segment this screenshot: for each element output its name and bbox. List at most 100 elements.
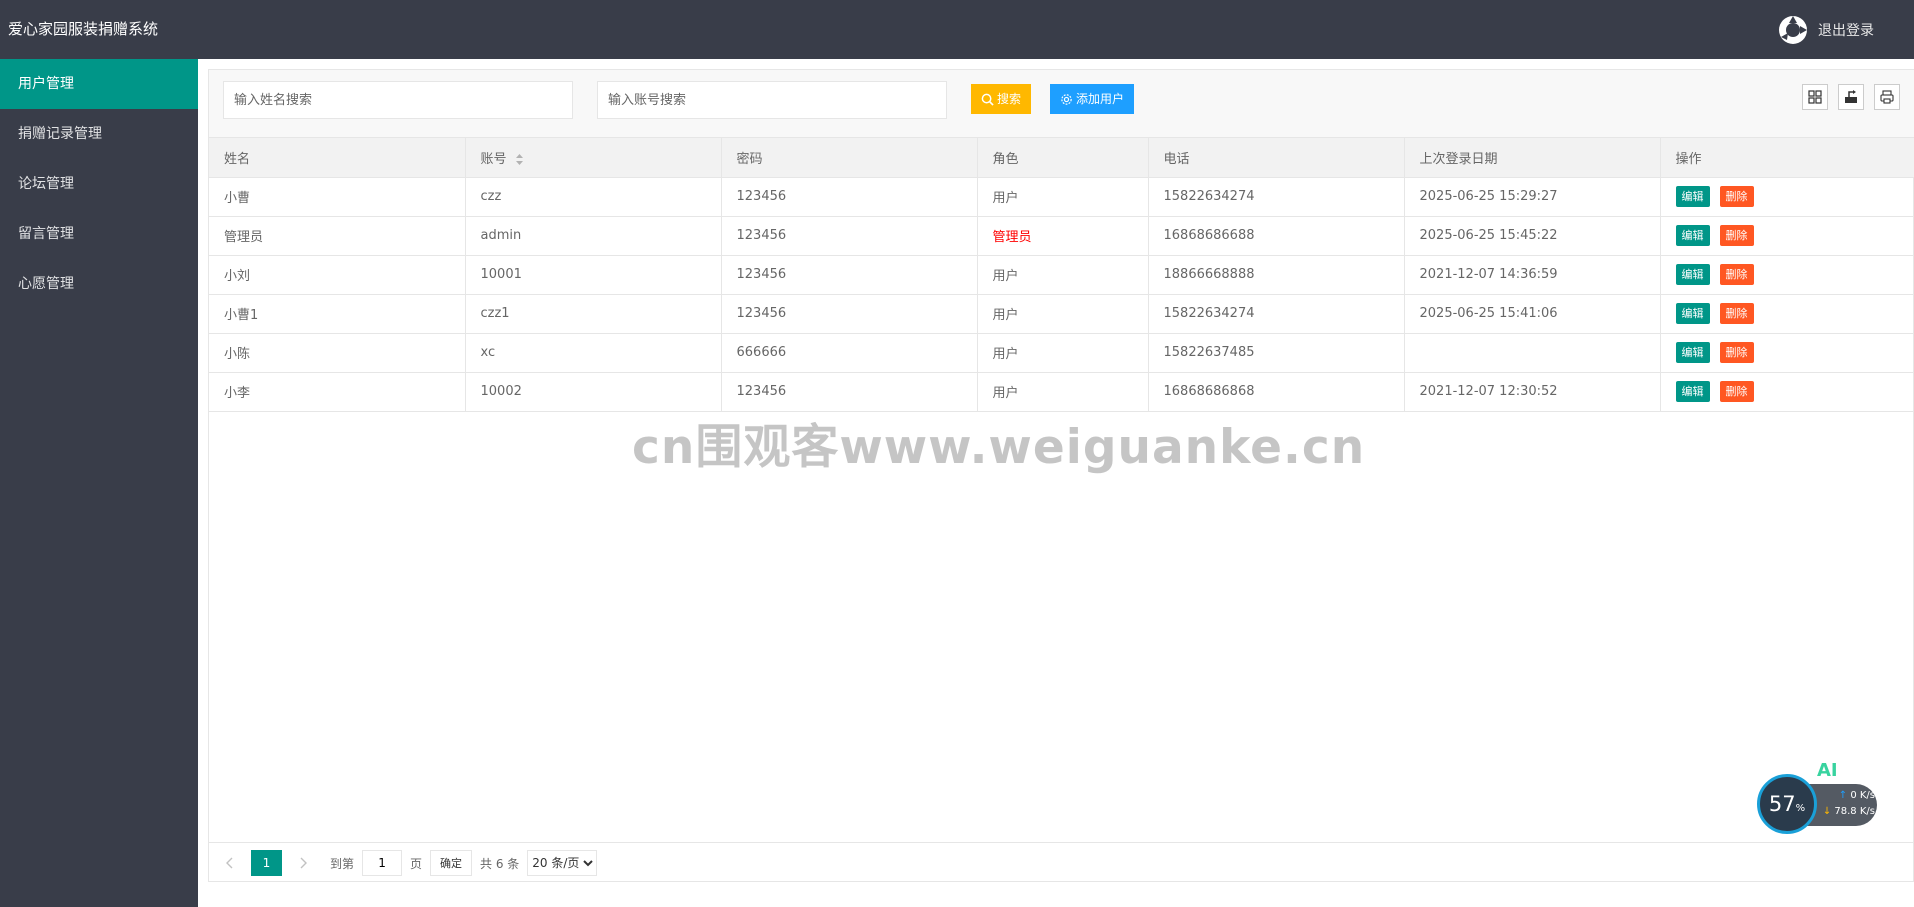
cell-account: 10001 [465,255,722,295]
goto-page-input[interactable] [362,850,403,876]
column-header-account-label: 账号 [480,151,507,167]
total-count: 共 6 条 [480,856,520,871]
column-header-role: 角色 [977,138,1149,178]
cell-phone: 15822634274 [1148,177,1405,217]
cell-phone: 15822637485 [1148,333,1405,373]
sidebar-item-messages[interactable]: 留言管理 [0,209,198,259]
edit-button[interactable]: 编辑 [1675,264,1710,285]
column-header-actions: 操作 [1660,138,1914,178]
cell-password: 123456 [721,372,978,412]
net-speed-widget[interactable]: AI 57% ↑ 0 K/s ↓ 78.8 K/s [1755,760,1881,852]
edit-button[interactable]: 编辑 [1675,381,1710,402]
column-header-name: 姓名 [209,138,466,178]
watermark: cn围观客www.weiguanke.cn [632,420,1366,475]
cell-name: 小李 [209,372,466,412]
upload-speed: ↑ 0 K/s [1820,790,1875,801]
cell-role: 用户 [977,372,1149,412]
table-toolbar: 搜索 添加用户 [209,70,1914,138]
app-title: 爱心家园服装捐赠系统 [8,20,159,38]
cell-actions: 编辑 删除 [1660,294,1914,334]
sidebar: 用户管理 捐赠记录管理 论坛管理 留言管理 心愿管理 [0,59,198,907]
page-size-select[interactable]: 20 条/页 [527,850,598,876]
columns-filter-button[interactable] [1802,84,1828,110]
cell-last-login [1404,333,1661,373]
search-button-label: 搜索 [997,92,1022,106]
sidebar-item-wishes[interactable]: 心愿管理 [0,259,198,309]
delete-button[interactable]: 删除 [1719,381,1754,402]
name-search-input[interactable] [223,81,573,119]
export-button[interactable] [1838,84,1864,110]
logout-button[interactable]: 退出登录 [1778,0,1874,59]
cell-last-login: 2021-12-07 12:30:52 [1404,372,1661,412]
download-speed-value: 78.8 K/s [1834,806,1875,817]
next-page-icon[interactable] [296,856,310,870]
table-row: 小陈 xc 666666 用户 15822637485 编辑 删除 [209,333,1914,373]
goto-prefix: 到第 [330,856,355,871]
table-header-row: 姓名 账号 密码 角色 电话 上次登录日期 操作 [209,138,1914,178]
cell-account: xc [465,333,722,373]
cell-actions: 编辑 删除 [1660,177,1914,217]
cell-password: 123456 [721,216,978,256]
search-icon [981,93,994,106]
cell-name: 小陈 [209,333,466,373]
edit-button[interactable]: 编辑 [1675,303,1710,324]
table-row: 管理员 admin 123456 管理员 16868686688 2025-06… [209,216,1914,256]
add-user-button[interactable]: 添加用户 [1050,84,1135,114]
cell-last-login: 2025-06-25 15:45:22 [1404,216,1661,256]
upload-arrow-icon: ↑ [1838,790,1848,801]
ai-badge: AI [1817,760,1838,781]
cell-phone: 16868686688 [1148,216,1405,256]
cell-role: 用户 [977,294,1149,334]
cell-password: 123456 [721,294,978,334]
table-row: 小刘 10001 123456 用户 18866668888 2021-12-0… [209,255,1914,295]
sidebar-item-forum[interactable]: 论坛管理 [0,159,198,209]
cell-last-login: 2021-12-07 14:36:59 [1404,255,1661,295]
sort-icon[interactable] [515,153,524,166]
delete-button[interactable]: 删除 [1719,342,1754,363]
cell-role: 用户 [977,255,1149,295]
usage-percent-unit: % [1795,802,1806,814]
delete-button[interactable]: 删除 [1719,186,1754,207]
cell-last-login: 2025-06-25 15:41:06 [1404,294,1661,334]
edit-button[interactable]: 编辑 [1675,186,1710,207]
cell-password: 666666 [721,333,978,373]
gear-icon [1061,93,1072,105]
print-button[interactable] [1874,84,1900,110]
cell-role: 用户 [977,177,1149,217]
main-content: 搜索 添加用户 姓名 账号 [198,59,1914,907]
sidebar-item-user-management[interactable]: 用户管理 [0,59,198,109]
cell-account: 10002 [465,372,722,412]
delete-button[interactable]: 删除 [1719,303,1754,324]
cell-name: 小刘 [209,255,466,295]
cell-account: czz1 [465,294,722,334]
add-user-button-label: 添加用户 [1076,92,1125,106]
column-header-account[interactable]: 账号 [465,138,722,178]
account-search-input[interactable] [597,81,947,119]
edit-button[interactable]: 编辑 [1675,342,1710,363]
download-speed: ↓ 78.8 K/s [1820,806,1875,817]
cell-role: 管理员 [977,216,1149,256]
cell-phone: 16868686868 [1148,372,1405,412]
download-arrow-icon: ↓ [1822,806,1832,817]
cell-actions: 编辑 删除 [1660,216,1914,256]
column-header-phone: 电话 [1148,138,1405,178]
search-button[interactable]: 搜索 [971,84,1032,114]
cell-actions: 编辑 删除 [1660,255,1914,295]
usage-percent: 57 [1768,792,1796,816]
sidebar-item-donation-records[interactable]: 捐赠记录管理 [0,109,198,159]
prev-page-icon[interactable] [223,856,237,870]
usage-gauge: 57% [1757,774,1817,834]
column-header-last-login: 上次登录日期 [1404,138,1661,178]
edit-button[interactable]: 编辑 [1675,225,1710,246]
goto-confirm-button[interactable]: 确定 [430,850,473,876]
cell-account: czz [465,177,722,217]
delete-button[interactable]: 删除 [1719,264,1754,285]
current-page[interactable]: 1 [251,850,282,876]
cell-name: 小曹1 [209,294,466,334]
table-row: 小曹 czz 123456 用户 15822634274 2025-06-25 … [209,177,1914,217]
cell-account: admin [465,216,722,256]
cell-actions: 编辑 删除 [1660,333,1914,373]
pagination: 1 到第 页 确定 共 6 条 20 条/页 [209,842,1914,883]
cell-password: 123456 [721,177,978,217]
delete-button[interactable]: 删除 [1719,225,1754,246]
